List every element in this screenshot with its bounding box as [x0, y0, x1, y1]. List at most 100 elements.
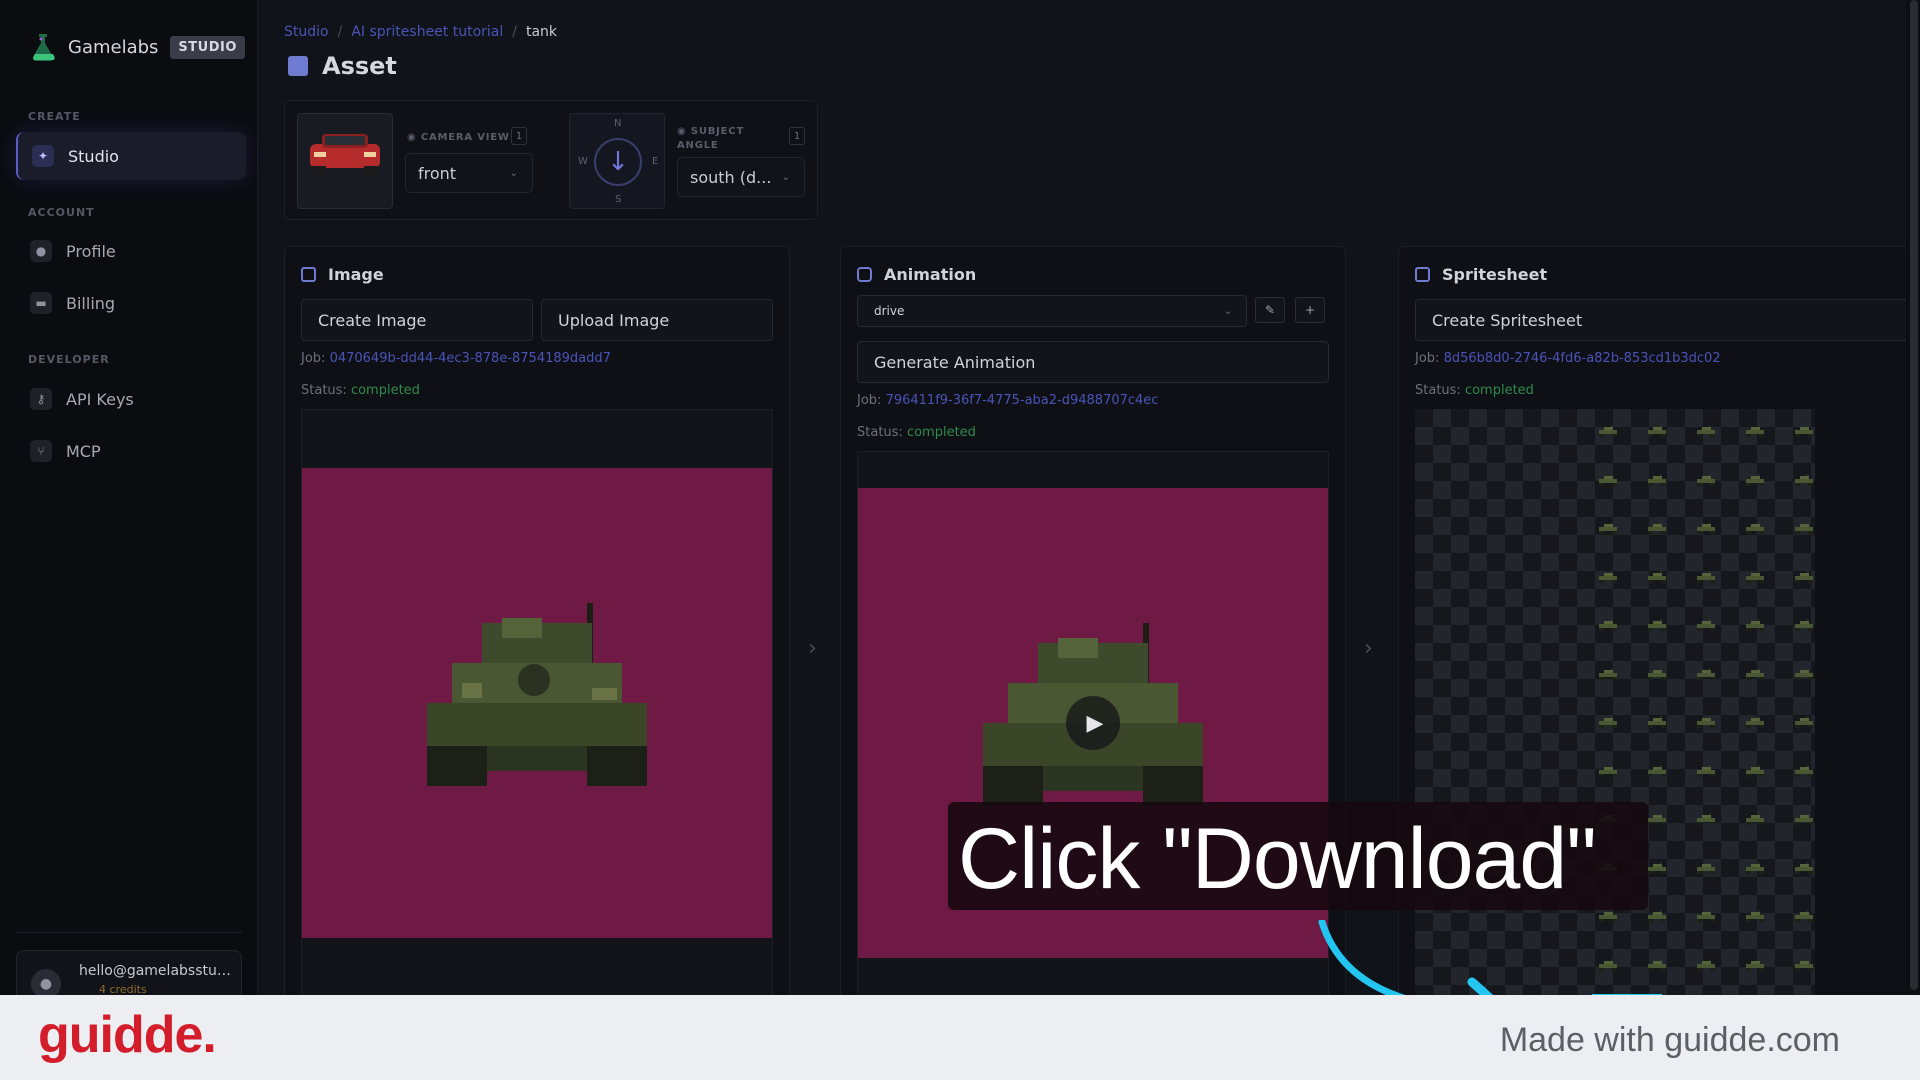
scrollbar[interactable]	[1906, 0, 1920, 995]
sprite-frame	[1795, 958, 1813, 971]
animation-status-line: Status: completed	[857, 425, 976, 440]
spritesheet-panel-title: Spritesheet	[1442, 265, 1548, 284]
image-panel: Image Create Image Upload Image Job: 047…	[284, 246, 790, 1006]
animation-job-id[interactable]: 796411f9-36f7-4775-aba2-d9488707c4ec	[886, 393, 1159, 408]
instruction-callout: Click "Download"	[948, 802, 1648, 910]
edit-icon: ✎	[1264, 303, 1276, 317]
create-image-button[interactable]: Create Image	[301, 299, 533, 341]
sidebar-item-studio[interactable]: ✦ Studio	[16, 132, 246, 180]
sprite-frame	[1648, 813, 1666, 825]
edit-animation-button[interactable]: ✎	[1255, 297, 1285, 323]
sidebar: Gamelabs STUDIO CREATE ✦ Studio ACCOUNT …	[0, 0, 258, 1010]
sidebar-item-api-keys[interactable]: ⚷ API Keys	[16, 375, 246, 423]
status-label: Status:	[1415, 383, 1461, 398]
sidebar-item-label: Studio	[68, 146, 119, 166]
generate-animation-button[interactable]: Generate Animation	[857, 341, 1329, 383]
add-animation-button[interactable]: +	[1295, 297, 1325, 323]
sprite-frame	[1697, 958, 1715, 971]
chevron-down-icon: ⌄	[509, 167, 518, 179]
create-spritesheet-button[interactable]: Create Spritesheet	[1415, 299, 1907, 341]
sprite-frame	[1746, 425, 1764, 437]
sprite-frame	[1795, 667, 1813, 680]
grid-icon	[1415, 267, 1430, 282]
breadcrumb: Studio / AI spritesheet tutorial / tank	[284, 24, 557, 40]
section-label-account: ACCOUNT	[28, 206, 95, 219]
sprite-frame	[1746, 813, 1764, 825]
breadcrumb-separator: /	[512, 24, 517, 40]
sidebar-item-mcp[interactable]: ⑂ MCP	[16, 427, 246, 475]
sidebar-item-billing[interactable]: ▬ Billing	[16, 279, 246, 327]
image-status-line: Status: completed	[301, 383, 420, 398]
sprite-frame	[1746, 861, 1764, 874]
image-status: completed	[350, 383, 420, 398]
sprite-frame	[1648, 570, 1666, 583]
sprite-frame	[1599, 425, 1617, 437]
sidebar-item-label: API Keys	[66, 389, 134, 409]
guidde-footer: guidde. Made with guidde.com	[0, 995, 1920, 1080]
cursor-arc-icon	[1318, 920, 1662, 1000]
sprite-frame	[1648, 716, 1666, 728]
sprite-frame	[1746, 473, 1764, 486]
status-label: Status:	[301, 383, 347, 398]
asset-config-bar: ◉ CAMERA VIEW 1 front ⌄ N S E W ↓ ◉ SUBJ…	[284, 100, 818, 220]
play-icon[interactable]: ▶	[1066, 696, 1120, 750]
sprite-frame	[1648, 522, 1666, 534]
studio-badge: STUDIO	[170, 35, 245, 59]
brand[interactable]: Gamelabs STUDIO	[30, 32, 245, 62]
image-job-id[interactable]: 0470649b-dd44-4ec3-878e-8754189dadd7	[330, 351, 611, 366]
sprite-frame	[1697, 764, 1715, 777]
made-with-text: Made with guidde.com	[1499, 1021, 1840, 1059]
chevron-right-icon: ›	[808, 636, 817, 661]
animation-select-value: drive	[874, 304, 905, 318]
key-icon: ⚷	[30, 388, 52, 410]
subject-angle-value: south (d...	[690, 167, 772, 187]
sprite-frame	[1746, 619, 1764, 631]
sprite-frame	[1599, 619, 1617, 631]
reference-thumbnail[interactable]	[297, 113, 393, 209]
animation-job-line: Job: 796411f9-36f7-4775-aba2-d9488707c4e…	[857, 393, 1158, 408]
car-thumbnail-image	[310, 134, 380, 176]
sprite-frame	[1599, 473, 1617, 486]
sprite-frame	[1746, 570, 1764, 583]
sprite-frame	[1648, 764, 1666, 777]
status-label: Status:	[857, 425, 903, 440]
breadcrumb-studio-link[interactable]: Studio	[284, 24, 329, 40]
direction-compass[interactable]: N S E W ↓	[569, 113, 665, 209]
sprite-frame	[1697, 570, 1715, 583]
job-label: Job:	[301, 351, 326, 366]
breadcrumb-separator: /	[337, 24, 343, 40]
sprite-frame	[1648, 473, 1666, 486]
sprite-frame	[1795, 764, 1813, 777]
camera-view-select[interactable]: front ⌄	[405, 153, 533, 193]
compass-w: W	[578, 156, 588, 167]
sprite-frame	[1599, 570, 1617, 583]
image-icon	[288, 56, 308, 76]
spritesheet-job-id[interactable]: 8d56b8d0-2746-4fd6-a82b-853cd1b3dc02	[1444, 351, 1721, 366]
upload-image-button[interactable]: Upload Image	[541, 299, 773, 341]
scrollbar-thumb[interactable]	[1910, 0, 1918, 990]
sprite-frame	[1746, 764, 1764, 777]
subject-angle-label: ◉ SUBJECT ANGLE	[677, 126, 745, 151]
camera-view-label: ◉ CAMERA VIEW	[407, 132, 510, 143]
sprite-frame	[1746, 958, 1764, 971]
sidebar-item-label: MCP	[66, 441, 101, 461]
compass-s: S	[615, 194, 622, 205]
chevron-down-icon: ⌄	[781, 171, 790, 183]
guidde-logo: guidde.	[38, 1006, 217, 1064]
sprite-frame	[1697, 667, 1715, 680]
spritesheet-job-line: Job: 8d56b8d0-2746-4fd6-a82b-853cd1b3dc0…	[1415, 351, 1721, 366]
page-title: Asset	[288, 52, 397, 80]
section-label-developer: DEVELOPER	[28, 353, 110, 366]
animation-select[interactable]: drive ⌄	[857, 295, 1247, 327]
plus-icon: +	[1304, 303, 1316, 317]
animation-panel-title: Animation	[884, 265, 977, 284]
breadcrumb-current: tank	[525, 24, 558, 40]
sprite-frame	[1648, 861, 1666, 874]
breadcrumb-project-link[interactable]: AI spritesheet tutorial	[351, 24, 503, 40]
image-preview	[301, 409, 773, 999]
subject-angle-select[interactable]: south (d... ⌄	[677, 157, 805, 197]
image-job-line: Job: 0470649b-dd44-4ec3-878e-8754189dadd…	[301, 351, 611, 366]
sprite-frame	[1697, 813, 1715, 825]
sidebar-item-profile[interactable]: ● Profile	[16, 227, 246, 275]
sprite-frame	[1795, 861, 1813, 874]
